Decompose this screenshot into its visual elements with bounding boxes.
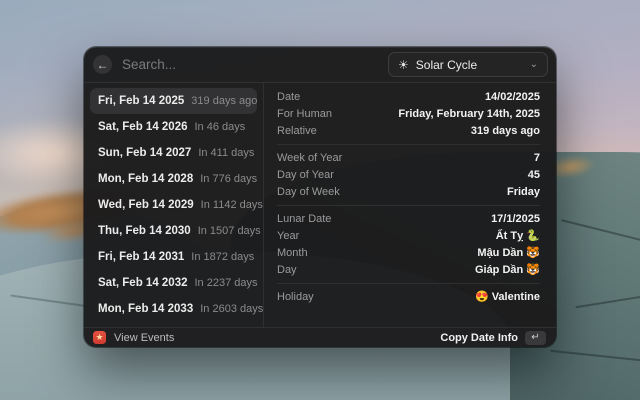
- detail-row: Month Mậu Dần 🐯: [277, 244, 540, 261]
- list-item[interactable]: Wed, Feb 14 2029 In 1142 days: [90, 192, 257, 218]
- list-item[interactable]: Sat, Feb 14 2032 In 2237 days: [90, 270, 257, 296]
- detail-panel: Date 14/02/2025 For Human Friday, Februa…: [264, 83, 556, 327]
- mode-dropdown[interactable]: ☀ Solar Cycle ⌄: [388, 52, 548, 77]
- detail-value: 😍 Valentine: [475, 290, 540, 303]
- list-item-date: Mon, Feb 14 2028: [98, 173, 193, 185]
- section-divider: [277, 283, 540, 284]
- back-arrow-icon: ←: [97, 59, 109, 71]
- list-item-relative: In 776 days: [200, 173, 257, 185]
- detail-value: Friday: [507, 186, 540, 198]
- detail-label: Day: [277, 264, 475, 276]
- detail-value: Mậu Dần 🐯: [477, 246, 540, 259]
- section-divider: [277, 205, 540, 206]
- view-events-button[interactable]: View Events: [114, 332, 174, 344]
- calendar-star-icon: ★: [93, 331, 106, 344]
- list-item[interactable]: Fri, Feb 14 2031 In 1872 days: [90, 244, 257, 270]
- chevron-down-icon: ⌄: [530, 59, 538, 70]
- detail-value: Ất Tỵ 🐍: [496, 229, 540, 242]
- detail-label: Year: [277, 230, 496, 242]
- list-item-relative: In 46 days: [195, 121, 246, 133]
- detail-label: For Human: [277, 108, 398, 120]
- detail-row: Date 14/02/2025: [277, 88, 540, 105]
- detail-value: Giáp Dần 🐯: [475, 263, 540, 276]
- list-item-relative: In 2237 days: [195, 277, 258, 289]
- detail-label: Day of Year: [277, 169, 528, 181]
- detail-label: Lunar Date: [277, 213, 491, 225]
- list-item-date: Sat, Feb 14 2032: [98, 277, 188, 289]
- detail-label: Relative: [277, 125, 471, 137]
- detail-label: Date: [277, 91, 485, 103]
- list-item[interactable]: Mon, Feb 14 2033 In 2603 days: [90, 296, 257, 322]
- window-body: Fri, Feb 14 2025 319 days ago Sat, Feb 1…: [84, 83, 556, 327]
- mode-dropdown-label: Solar Cycle: [416, 58, 530, 72]
- list-item-date: Fri, Feb 14 2025: [98, 95, 184, 107]
- list-item-relative: In 1872 days: [191, 251, 254, 263]
- detail-row: Lunar Date 17/1/2025: [277, 210, 540, 227]
- list-item-relative: In 1142 days: [201, 199, 263, 211]
- detail-row: Week of Year 7: [277, 149, 540, 166]
- list-item-date: Thu, Feb 14 2030: [98, 225, 191, 237]
- list-item-date: Sun, Feb 14 2027: [98, 147, 191, 159]
- section-divider: [277, 144, 540, 145]
- detail-value: 45: [528, 169, 540, 181]
- copy-date-info-button[interactable]: Copy Date Info: [440, 332, 518, 344]
- header-bar: ← ☀ Solar Cycle ⌄: [84, 47, 556, 83]
- list-item-relative: 319 days ago: [191, 95, 257, 107]
- list-item-relative: In 1507 days: [198, 225, 261, 237]
- detail-value: 17/1/2025: [491, 213, 540, 225]
- list-item[interactable]: Mon, Feb 14 2028 In 776 days: [90, 166, 257, 192]
- detail-label: Day of Week: [277, 186, 507, 198]
- detail-value: 14/02/2025: [485, 91, 540, 103]
- launcher-window: ← ☀ Solar Cycle ⌄ Fri, Feb 14 2025 319 d…: [84, 47, 556, 347]
- detail-row: Relative 319 days ago: [277, 122, 540, 139]
- list-item-date: Wed, Feb 14 2029: [98, 199, 194, 211]
- detail-row: Day of Week Friday: [277, 183, 540, 200]
- detail-row: Year Ất Tỵ 🐍: [277, 227, 540, 244]
- detail-label: Week of Year: [277, 152, 534, 164]
- list-item-date: Sat, Feb 14 2026: [98, 121, 188, 133]
- list-item[interactable]: Fri, Feb 14 2025 319 days ago: [90, 88, 257, 114]
- detail-row: Day of Year 45: [277, 166, 540, 183]
- sun-icon: ☀: [398, 58, 409, 72]
- list-item[interactable]: Sat, Feb 14 2026 In 46 days: [90, 114, 257, 140]
- return-glyph: ↵: [531, 333, 539, 343]
- list-item-relative: In 411 days: [198, 147, 254, 159]
- action-bar: ★ View Events Copy Date Info ↵: [84, 327, 556, 347]
- detail-value: 7: [534, 152, 540, 164]
- list-item-relative: In 2603 days: [200, 303, 263, 315]
- list-item[interactable]: Sun, Feb 14 2027 In 411 days: [90, 140, 257, 166]
- detail-row: Holiday 😍 Valentine: [277, 288, 540, 305]
- list-item[interactable]: Thu, Feb 14 2030 In 1507 days: [90, 218, 257, 244]
- date-list: Fri, Feb 14 2025 319 days ago Sat, Feb 1…: [84, 83, 264, 327]
- list-item-date: Fri, Feb 14 2031: [98, 251, 184, 263]
- detail-label: Holiday: [277, 291, 475, 303]
- detail-value: Friday, February 14th, 2025: [398, 108, 540, 120]
- detail-value: 319 days ago: [471, 125, 540, 137]
- star-icon: ★: [95, 333, 103, 342]
- return-key-icon: ↵: [525, 331, 546, 345]
- back-button[interactable]: ←: [93, 55, 112, 74]
- detail-row: Day Giáp Dần 🐯: [277, 261, 540, 278]
- search-input[interactable]: [122, 57, 388, 72]
- detail-label: Month: [277, 247, 477, 259]
- detail-row: For Human Friday, February 14th, 2025: [277, 105, 540, 122]
- list-item-date: Mon, Feb 14 2033: [98, 303, 193, 315]
